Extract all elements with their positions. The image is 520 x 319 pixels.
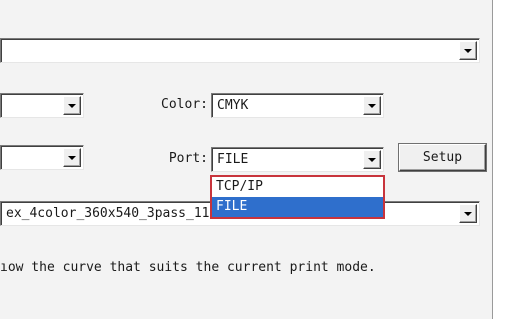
chevron-down-icon — [68, 103, 76, 108]
row1-left-combo-value — [4, 97, 53, 114]
color-label: Color: — [161, 97, 208, 112]
chevron-down-icon — [368, 157, 376, 162]
port-option-tcpip[interactable]: TCP/IP — [212, 177, 383, 197]
top-combo[interactable] — [0, 38, 480, 63]
row1-left-combo-dropdown-button[interactable] — [63, 96, 81, 115]
row1-left-combo[interactable] — [0, 93, 84, 118]
port-option-file[interactable]: FILE — [212, 197, 383, 217]
color-combo-dropdown-button[interactable] — [363, 96, 381, 115]
row2-left-combo-dropdown-button[interactable] — [63, 148, 81, 167]
chevron-down-icon — [464, 211, 472, 216]
chevron-down-icon — [68, 155, 76, 160]
row2-left-combo[interactable] — [0, 145, 84, 170]
color-combo-value: CMYK — [217, 98, 249, 113]
chevron-down-icon — [368, 103, 376, 108]
outer-background — [493, 0, 520, 319]
port-combo-value: FILE — [217, 152, 249, 167]
top-combo-value — [4, 42, 449, 59]
setup-button[interactable]: Setup — [399, 144, 486, 171]
port-label: Port: — [168, 151, 208, 166]
row2-left-combo-value — [4, 149, 53, 166]
port-dropdown-list: TCP/IP FILE — [211, 176, 384, 218]
curve-hint-text: ıow the curve that suits the current pri… — [0, 260, 376, 275]
chevron-down-icon — [464, 48, 472, 53]
top-combo-dropdown-button[interactable] — [459, 41, 477, 60]
port-combo-dropdown-button[interactable] — [363, 150, 381, 169]
curve-combo-dropdown-button[interactable] — [459, 204, 477, 223]
color-combo[interactable]: CMYK — [211, 93, 384, 118]
port-combo[interactable]: FILE — [211, 147, 384, 172]
